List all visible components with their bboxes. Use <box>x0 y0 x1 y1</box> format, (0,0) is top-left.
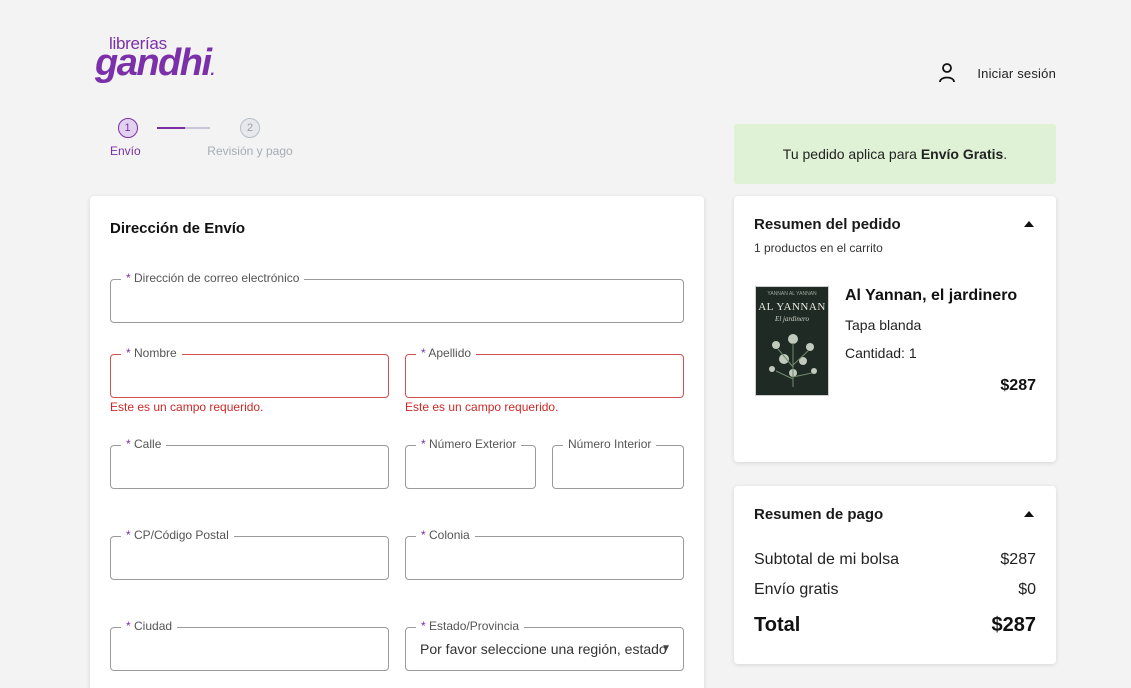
codigo-postal-label-text: CP/Código Postal <box>134 528 229 542</box>
collapse-triangle-icon[interactable] <box>1024 511 1034 517</box>
email-label: * Dirección de correo electrónico <box>121 271 305 285</box>
shipping-address-card: Dirección de Envío * Dirección de correo… <box>90 196 704 688</box>
estado-label: * Estado/Provincia <box>416 619 525 633</box>
colonia-label-text: Colonia <box>429 528 470 542</box>
apellido-error: Este es un campo requerido. <box>405 400 559 414</box>
step-2-label: Revisión y pago <box>207 144 293 158</box>
step-progress-fill <box>157 127 185 129</box>
numero-interior-field[interactable]: Número Interior <box>552 437 684 489</box>
total-label: Total <box>754 614 801 636</box>
flowers-illustration-icon <box>769 334 817 387</box>
nombre-field[interactable]: * Nombre <box>110 346 389 398</box>
banner-suffix: . <box>1003 146 1008 162</box>
calle-label: * Calle <box>121 437 167 451</box>
calle-input[interactable] <box>111 446 388 488</box>
estado-select[interactable]: * Estado/Provincia Por favor seleccione … <box>405 619 684 671</box>
numero-exterior-input[interactable] <box>406 446 535 488</box>
total-value: $287 <box>991 614 1037 636</box>
calle-label-text: Calle <box>134 437 162 451</box>
nombre-input[interactable] <box>111 355 388 397</box>
email-label-text: Dirección de correo electrónico <box>134 271 300 285</box>
banner-bold: Envío Gratis <box>920 146 1004 162</box>
step-envio[interactable]: 1 Envío <box>110 118 141 158</box>
order-summary-title: Resumen del pedido <box>754 216 901 233</box>
payment-summary-card: Resumen de pago Subtotal de mi bolsa $28… <box>734 486 1056 664</box>
numero-exterior-label-text: Número Exterior <box>429 437 517 451</box>
codigo-postal-input[interactable] <box>111 537 388 579</box>
apellido-label: * Apellido <box>416 346 477 360</box>
required-mark: * <box>126 271 131 285</box>
required-mark: * <box>126 619 131 633</box>
logo-big-text: gandhi. <box>95 42 215 90</box>
ciudad-label: * Ciudad <box>121 619 178 633</box>
book-cover-image[interactable]: YANNAN AL YANNAN AL YANNAN El jardinero <box>755 286 829 396</box>
required-mark: * <box>126 346 131 360</box>
step-revision-pago[interactable]: 2 Revisión y pago <box>200 118 300 158</box>
shipping-row: Envío gratis $0 <box>754 581 1036 599</box>
nombre-label-text: Nombre <box>134 346 177 360</box>
login-label: Iniciar sesión <box>977 65 1056 81</box>
required-mark: * <box>421 619 426 633</box>
chevron-down-icon: ▼ <box>661 643 671 654</box>
email-input[interactable] <box>111 280 683 322</box>
estado-selected-value: Por favor seleccione una región, estado … <box>420 641 668 657</box>
email-field[interactable]: * Dirección de correo electrónico <box>110 271 684 323</box>
apellido-input[interactable] <box>406 355 683 397</box>
free-shipping-banner: Tu pedido aplica para Envío Gratis. <box>734 124 1056 184</box>
numero-interior-label: Número Interior <box>563 437 657 451</box>
shipping-label: Envío gratis <box>754 581 839 598</box>
collapse-triangle-icon[interactable] <box>1024 221 1034 227</box>
banner-prefix: Tu pedido aplica para <box>782 146 921 162</box>
total-row: Total $287 <box>754 614 1036 637</box>
payment-summary-title: Resumen de pago <box>754 506 884 523</box>
form-title: Dirección de Envío <box>110 220 246 237</box>
cart-count: 1 productos en el carrito <box>754 241 883 255</box>
codigo-postal-label: * CP/Código Postal <box>121 528 234 542</box>
step-2-circle: 2 <box>240 118 260 138</box>
numero-interior-input[interactable] <box>553 446 683 488</box>
logo-dot: . <box>210 62 215 79</box>
required-mark: * <box>421 437 426 451</box>
nombre-error: Este es un campo requerido. <box>110 400 264 414</box>
checkout-stepper: 1 Envío 2 Revisión y pago <box>110 118 310 163</box>
estado-label-text: Estado/Provincia <box>429 619 520 633</box>
numero-exterior-label: * Número Exterior <box>416 437 522 451</box>
required-mark: * <box>421 528 426 542</box>
product-quantity: Cantidad: 1 <box>845 345 917 361</box>
ciudad-field[interactable]: * Ciudad <box>110 619 389 671</box>
banner-text: Tu pedido aplica para Envío Gratis. <box>783 146 1007 162</box>
required-mark: * <box>126 528 131 542</box>
order-summary-card: Resumen del pedido 1 productos en el car… <box>734 196 1056 462</box>
required-mark: * <box>421 346 426 360</box>
user-icon <box>939 63 956 83</box>
subtotal-label: Subtotal de mi bolsa <box>754 551 899 568</box>
required-mark: * <box>126 437 131 451</box>
codigo-postal-field[interactable]: * CP/Código Postal <box>110 528 389 580</box>
ciudad-label-text: Ciudad <box>134 619 173 633</box>
product-price: $287 <box>1000 377 1036 394</box>
colonia-input[interactable] <box>406 537 683 579</box>
shipping-value: $0 <box>1018 581 1036 598</box>
gandhi-logo[interactable]: librerías gandhi. <box>95 34 235 82</box>
logo-word: gandhi <box>95 42 212 84</box>
numero-exterior-field[interactable]: * Número Exterior <box>405 437 536 489</box>
ciudad-input[interactable] <box>111 628 388 670</box>
step-1-label: Envío <box>110 144 141 158</box>
login-link[interactable]: Iniciar sesión <box>937 62 1056 84</box>
subtotal-row: Subtotal de mi bolsa $287 <box>754 551 1036 569</box>
apellido-field[interactable]: * Apellido <box>405 346 684 398</box>
nombre-label: * Nombre <box>121 346 182 360</box>
calle-field[interactable]: * Calle <box>110 437 389 489</box>
product-title[interactable]: Al Yannan, el jardinero <box>845 287 1017 305</box>
colonia-label: * Colonia <box>416 528 475 542</box>
product-format: Tapa blanda <box>845 317 922 333</box>
subtotal-value: $287 <box>1000 551 1036 568</box>
step-1-circle: 1 <box>117 118 138 138</box>
colonia-field[interactable]: * Colonia <box>405 528 684 580</box>
apellido-label-text: Apellido <box>428 346 472 360</box>
